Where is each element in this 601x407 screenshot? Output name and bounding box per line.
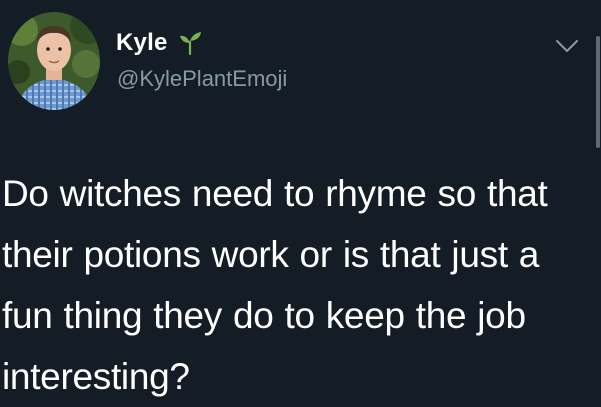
name-row: Kyle	[116, 29, 202, 57]
avatar-image	[8, 12, 100, 110]
chevron-down-icon[interactable]	[555, 38, 579, 54]
scrollbar[interactable]	[596, 36, 600, 148]
display-name[interactable]: Kyle	[116, 29, 168, 57]
tweet-text: Do witches need to rhyme so that their p…	[2, 173, 548, 397]
user-handle[interactable]: @KylePlantEmoji	[117, 66, 287, 92]
seedling-icon	[178, 31, 202, 56]
avatar[interactable]	[8, 12, 100, 110]
tweet-card: Kyle @KylePlantEmoji Do witches need to …	[0, 0, 601, 402]
